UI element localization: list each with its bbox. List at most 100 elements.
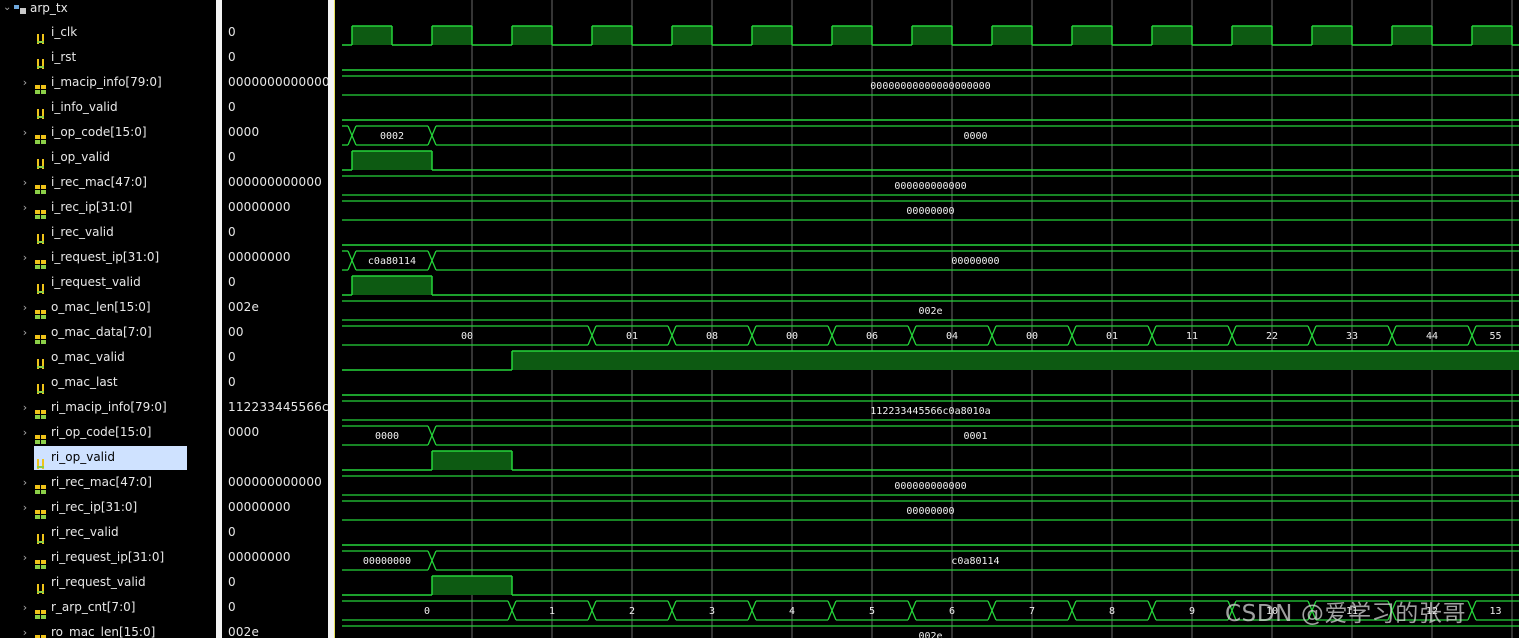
waveform-canvas[interactable]: 000000000000000000000002 0000000000000000… xyxy=(334,0,1519,638)
signal-value-row[interactable]: 0 xyxy=(222,270,328,295)
signal-name-row[interactable]: › o_mac_data[7:0] xyxy=(0,320,216,345)
bus-transition-line xyxy=(427,135,433,146)
bus-transition-line xyxy=(351,260,357,271)
signal-name: i_rec_mac[47:0] xyxy=(51,175,147,189)
signal-value-row[interactable]: 0 xyxy=(222,445,328,470)
expand-arrow-icon[interactable]: › xyxy=(20,320,30,345)
signal-value-row[interactable]: 0 xyxy=(222,370,328,395)
signal-value-row[interactable]: 00000000 xyxy=(222,495,328,520)
expand-arrow-icon[interactable]: › xyxy=(20,70,30,95)
signal-value-row[interactable]: 00000000 xyxy=(222,195,328,220)
signal-name-row[interactable]: › ro_mac_len[15:0] xyxy=(0,620,216,638)
signal-name-row[interactable]: › ri_macip_info[79:0] xyxy=(0,395,216,420)
expand-arrow-icon[interactable]: › xyxy=(20,495,30,520)
expand-arrow-icon[interactable]: › xyxy=(20,545,30,570)
signal-value-row[interactable]: 00000000 xyxy=(222,245,328,270)
signal-name-panel[interactable]: ⌄ arp_tx i_clk i_rst › i_macip_info[79:0] i_… xyxy=(0,0,216,638)
signal-value-row[interactable]: 000000000000 xyxy=(222,470,328,495)
signal-name-row[interactable]: i_rec_valid xyxy=(0,220,216,245)
bus-transition-line xyxy=(831,610,837,621)
signal-value-row[interactable]: 002e xyxy=(222,620,328,638)
signal-name-row[interactable]: i_rst xyxy=(0,45,216,70)
bus-value-label: 1 xyxy=(549,606,555,617)
bus-transition-line xyxy=(1391,335,1397,346)
signal-value-row[interactable]: 112233445566c0a8010a xyxy=(222,395,328,420)
expand-arrow-icon[interactable]: › xyxy=(20,420,30,445)
signal-name-row[interactable]: › ri_rec_mac[47:0] xyxy=(0,470,216,495)
bus-value-label: 00000000 xyxy=(951,256,999,267)
bus-transition-line xyxy=(591,610,597,621)
waveform-panel[interactable]: 00000000000000000000 0002 0000 000000000000… xyxy=(334,0,1519,638)
signal-value-row[interactable]: 0000 xyxy=(222,420,328,445)
expand-arrow-icon[interactable]: › xyxy=(20,595,30,620)
signal-value-row[interactable]: 0 xyxy=(222,20,328,45)
signal-name-row[interactable]: o_mac_last xyxy=(0,370,216,395)
signal-name-row[interactable]: › i_rec_mac[47:0] xyxy=(0,170,216,195)
signal-value-row[interactable]: 0 xyxy=(222,520,328,545)
expand-arrow-icon[interactable]: › xyxy=(20,195,30,220)
signal-value-row[interactable]: 00 xyxy=(222,320,328,345)
signal-name-row[interactable]: › i_request_ip[31:0] xyxy=(0,245,216,270)
expand-arrow-icon[interactable]: › xyxy=(20,120,30,145)
signal-name-row[interactable]: i_info_valid xyxy=(0,95,216,120)
signal-name-row[interactable]: › r_arp_cnt[7:0] xyxy=(0,595,216,620)
signal-value-row[interactable]: 0 xyxy=(222,45,328,70)
signal-name: ri_op_valid xyxy=(51,450,115,464)
expand-arrow-icon[interactable]: › xyxy=(20,170,30,195)
expand-arrow-icon[interactable]: › xyxy=(20,395,30,420)
signal-name-row[interactable]: i_clk xyxy=(0,20,216,45)
signal-value-row[interactable]: 0 xyxy=(222,95,328,120)
bus-transition-line xyxy=(1467,600,1473,611)
bus-transition-line xyxy=(1071,610,1077,621)
bus-value-label: 55 xyxy=(1489,331,1501,342)
signal-name-row[interactable]: o_mac_valid xyxy=(0,345,216,370)
signal-value-row[interactable]: 0 xyxy=(222,145,328,170)
signal-name-row[interactable]: › i_rec_ip[31:0] xyxy=(0,195,216,220)
expand-arrow-icon[interactable]: › xyxy=(20,620,30,638)
bus-transition-line xyxy=(431,425,437,436)
signal-name-row[interactable]: › ri_rec_ip[31:0] xyxy=(0,495,216,520)
signal-value-row[interactable]: 0 xyxy=(222,570,328,595)
signal-value-row[interactable]: 0000 xyxy=(222,120,328,145)
bus-transition-line xyxy=(1387,325,1393,336)
signal-value: 00000000 xyxy=(228,550,291,564)
clock-high-fill xyxy=(512,26,552,45)
signal-name-row[interactable]: › i_macip_info[79:0] xyxy=(0,70,216,95)
signal-name: o_mac_valid xyxy=(51,350,125,364)
signal-value-panel[interactable]: 0 0 0000000000000 0 0000 0 000000000000 0000000… xyxy=(222,0,328,638)
signal-name-row[interactable]: ri_op_valid xyxy=(0,445,216,470)
signal-value-row[interactable]: 00000000 xyxy=(222,545,328,570)
bus-transition-line xyxy=(1151,335,1157,346)
collapse-arrow-icon[interactable]: ⌄ xyxy=(3,0,11,16)
signal-value-row[interactable]: 00000000000000000000 xyxy=(222,70,328,95)
bus-transition-line xyxy=(907,325,913,336)
signal-name-row[interactable]: › i_op_code[15:0] xyxy=(0,120,216,145)
signal-value-row[interactable]: 0 xyxy=(222,220,328,245)
expand-arrow-icon[interactable]: › xyxy=(20,470,30,495)
signal-name: i_macip_info[79:0] xyxy=(51,75,162,89)
bus-transition-line xyxy=(1071,335,1077,346)
signal-value-row[interactable]: 0 xyxy=(222,595,328,620)
signal-name-row[interactable]: i_request_valid xyxy=(0,270,216,295)
signal-name-row[interactable]: ri_request_valid xyxy=(0,570,216,595)
signal-name-row[interactable]: › o_mac_len[15:0] xyxy=(0,295,216,320)
bus-signal-icon xyxy=(35,628,47,638)
bus-value-label: c0a80114 xyxy=(951,556,999,567)
signal-name-row[interactable]: › ri_request_ip[31:0] xyxy=(0,545,216,570)
signal-name-row[interactable]: › ri_op_code[15:0] xyxy=(0,420,216,445)
bus-transition-line xyxy=(511,610,517,621)
expand-arrow-icon[interactable]: › xyxy=(20,245,30,270)
bus-transition-line xyxy=(1147,610,1153,621)
signal-name: i_request_valid xyxy=(51,275,141,289)
signal-value-row[interactable]: 0 xyxy=(222,345,328,370)
signal-value-row[interactable]: 000000000000 xyxy=(222,170,328,195)
scope-row[interactable]: ⌄ arp_tx xyxy=(0,0,216,16)
scope-name: arp_tx xyxy=(30,1,68,15)
signal-value: 0 xyxy=(228,100,236,114)
signal-value-row[interactable]: 002e xyxy=(222,295,328,320)
expand-arrow-icon[interactable]: › xyxy=(20,295,30,320)
bus-transition-line xyxy=(747,325,753,336)
signal-name-row[interactable]: ri_rec_valid xyxy=(0,520,216,545)
clock-high-fill xyxy=(432,26,472,45)
signal-name-row[interactable]: i_op_valid xyxy=(0,145,216,170)
